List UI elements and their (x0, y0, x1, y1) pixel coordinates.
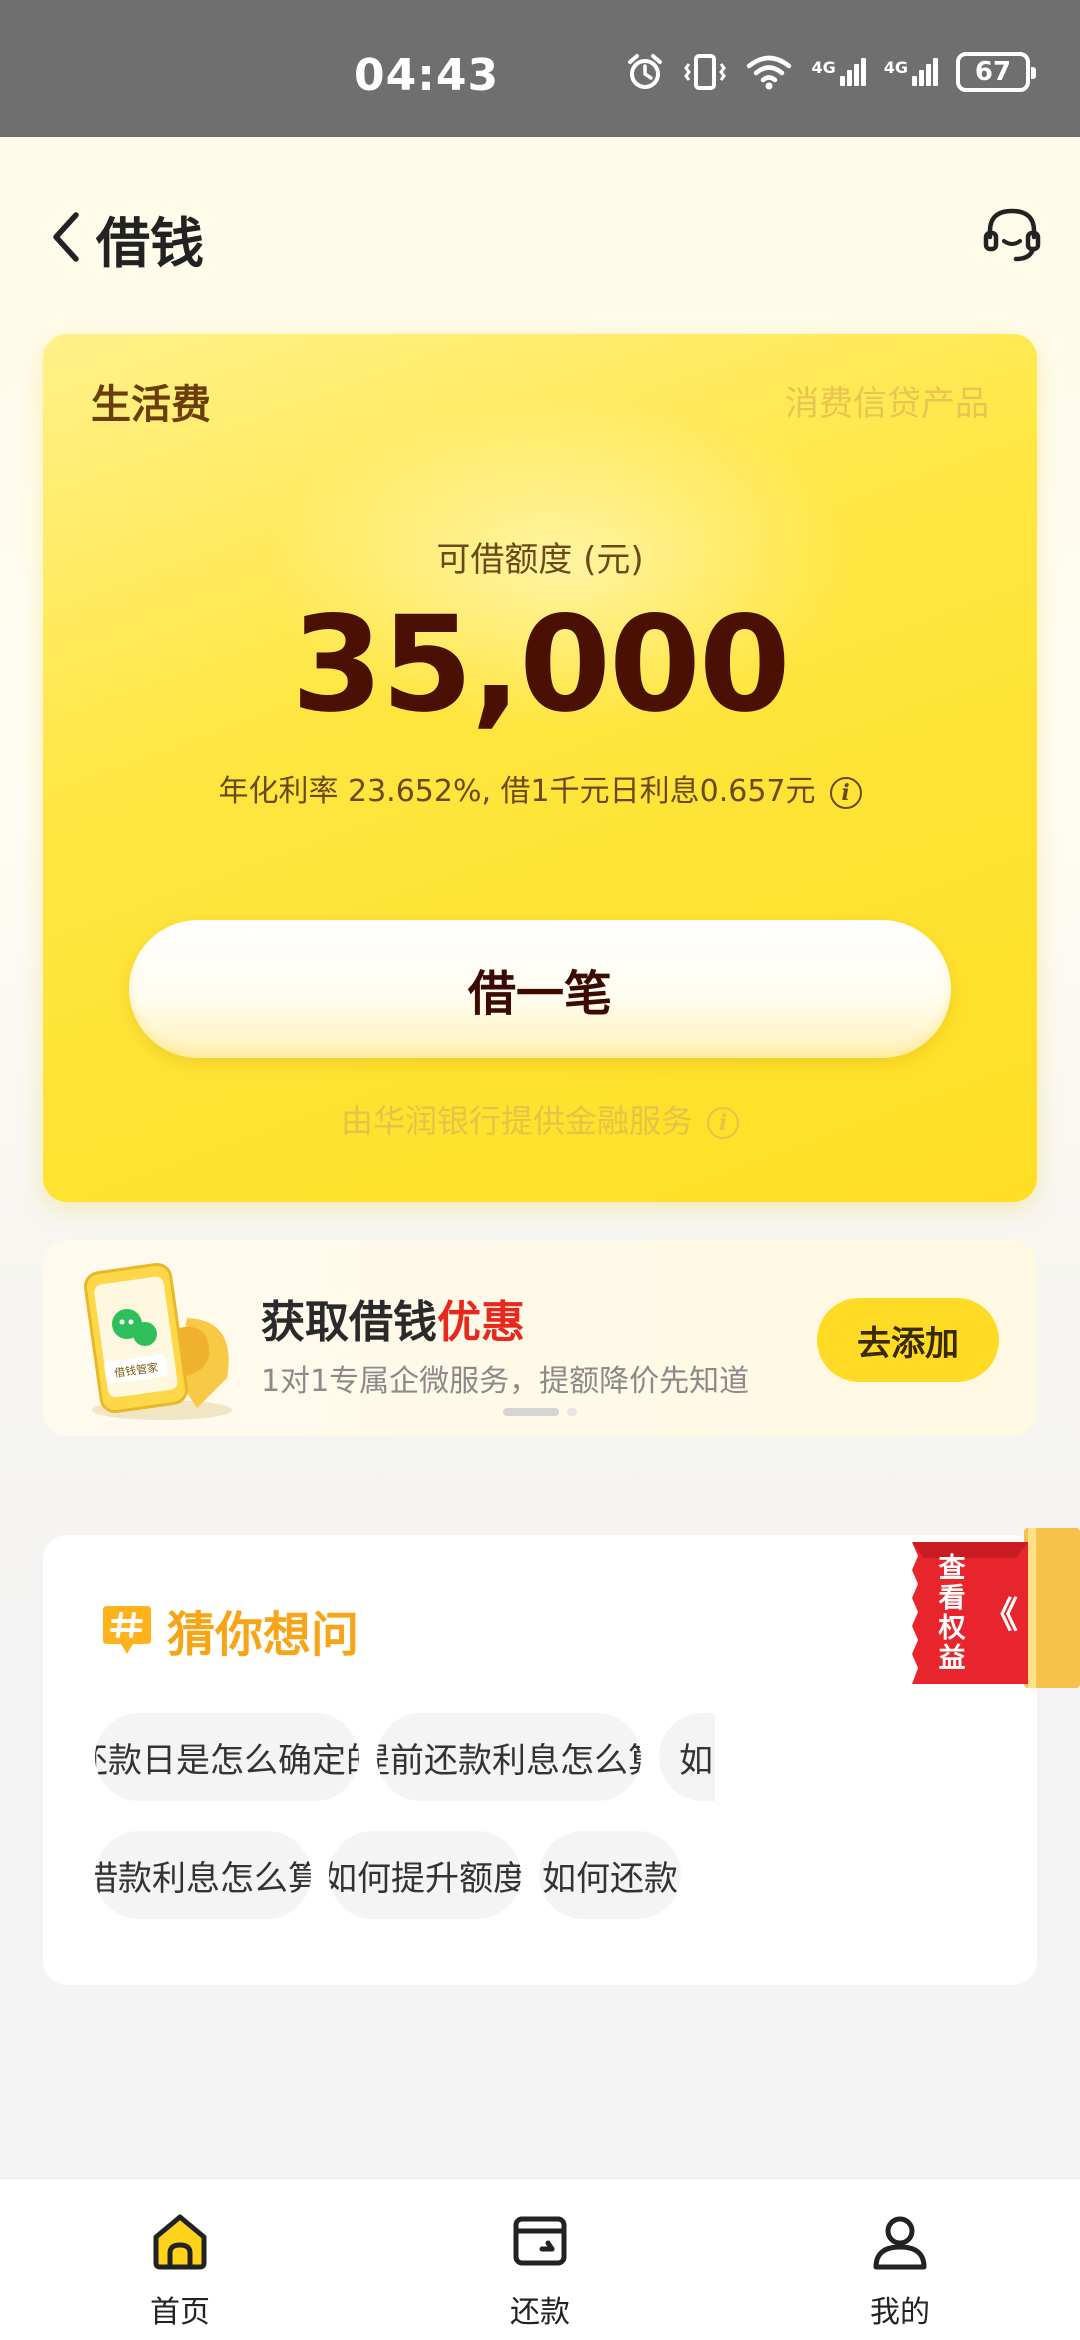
page-title: 借钱 (96, 212, 204, 275)
wifi-icon (747, 55, 792, 90)
nav-label: 首页 (150, 2295, 210, 2330)
faq-title: 猜你想问 (167, 1607, 360, 1663)
promo-title-main: 获取借钱 (261, 1297, 437, 1348)
promo-title-highlight: 优惠 (437, 1297, 525, 1348)
card-type-label: 生活费 (91, 382, 211, 428)
provider-line: 由华润银行提供金融服务 i (43, 1096, 1037, 1142)
bottom-nav: 首页 还款 我的 (0, 2178, 1080, 2340)
nav-label: 我的 (870, 2295, 930, 2330)
limit-amount: 35,000 (291, 588, 790, 742)
faq-card: 猜你想问 还款日是怎么确定的 提前还款利息怎么算 如 借款利息怎么算 如何提升额… (43, 1535, 1037, 1985)
faq-chip[interactable]: 提前还款利息怎么算 (377, 1713, 641, 1801)
limit-label: 可借额度 (元) (436, 540, 644, 580)
home-icon (153, 2214, 207, 2270)
provider-text: 由华润银行提供金融服务 (340, 1102, 693, 1140)
provider-info-icon[interactable]: i (707, 1107, 739, 1139)
benefit-label: 查看权益 (938, 1553, 966, 1674)
add-wechat-button[interactable]: 去添加 (817, 1298, 999, 1382)
nav-label: 还款 (510, 2295, 570, 2330)
battery-icon: 67 (956, 52, 1036, 92)
status-time: 04:43 (354, 50, 500, 101)
alarm-icon (628, 54, 663, 89)
pager-dot (567, 1408, 577, 1416)
signal-icon-2: 4G (884, 58, 938, 86)
view-benefits-ribbon[interactable]: 查看权益 《 (904, 1528, 1080, 1696)
credit-limit-card: 生活费 消费信贷产品 可借额度 (元) 35,000 年化利率 23.652%,… (43, 334, 1037, 1202)
faq-chip[interactable]: 如何还款 (539, 1831, 681, 1919)
signal-icon: 4G (811, 58, 866, 86)
card-product-label: 消费信贷产品 (785, 384, 989, 424)
wallet-icon (513, 2216, 567, 2266)
faq-chip[interactable]: 如 (659, 1713, 715, 1801)
phone-wechat-icon: 借钱管家 (83, 1263, 232, 1420)
hashtag-icon (103, 1606, 151, 1654)
borrow-button[interactable]: 借一笔 (129, 920, 951, 1058)
faq-header: 猜你想问 (101, 1595, 359, 1665)
profile-icon (873, 2216, 927, 2270)
faq-chip[interactable]: 还款日是怎么确定的 (95, 1713, 359, 1801)
status-icons: 4G 4G 67 (625, 52, 1036, 92)
rate-info-icon[interactable]: i (829, 776, 862, 809)
benefit-arrow-icon: 《 (982, 1595, 1019, 1636)
rate-line: 年化利率 23.652%, 借1千元日利息0.657元 i (43, 766, 1037, 810)
promo-subtitle: 1对1专属企微服务，提额降价先知道 (261, 1364, 750, 1399)
nav-item-home[interactable]: 首页 (100, 2209, 260, 2331)
promo-title: 获取借钱优惠 (261, 1286, 525, 1350)
promo-banner[interactable]: 借钱管家 获取借钱优惠 1对1专属企微服务，提额降价先知道 去添加 (43, 1240, 1037, 1436)
customer-service-icon[interactable] (980, 203, 1044, 267)
banner-pager (503, 1408, 577, 1416)
rate-text: 年化利率 23.652%, 借1千元日利息0.657元 (218, 774, 816, 809)
nav-item-mine[interactable]: 我的 (820, 2209, 980, 2331)
back-icon[interactable] (44, 207, 88, 267)
faq-chip[interactable]: 借款利息怎么算 (95, 1831, 311, 1919)
header: 借钱 (0, 137, 1080, 333)
nav-item-repay[interactable]: 还款 (460, 2209, 620, 2331)
vibrate-icon (684, 54, 727, 90)
status-bar: 04:43 4G 4G 67 (0, 0, 1080, 137)
pager-dot-active (503, 1408, 559, 1416)
faq-chip[interactable]: 如何提升额度 (329, 1831, 521, 1919)
